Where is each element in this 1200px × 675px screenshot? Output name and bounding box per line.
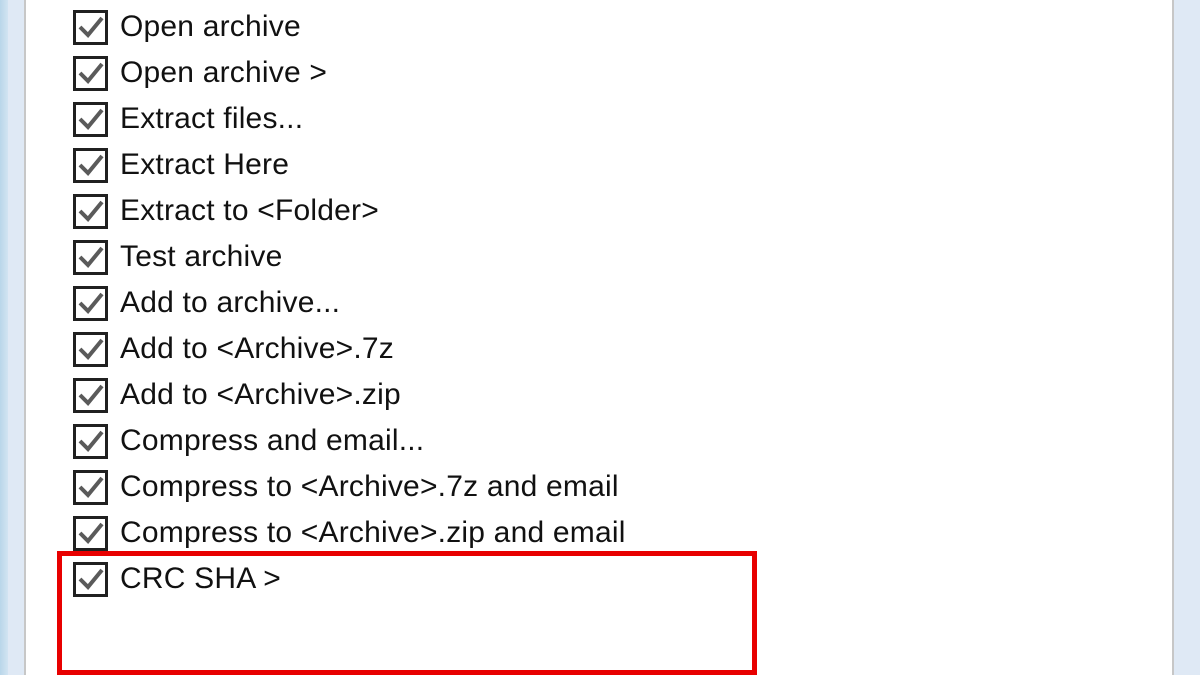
list-item: Compress to <Archive>.zip and email <box>73 510 1172 556</box>
list-item: Open archive > <box>73 50 1172 96</box>
checkbox-add-to-archive-7z[interactable] <box>73 332 108 367</box>
item-label: Open archive <box>120 10 301 44</box>
list-item: Compress to <Archive>.7z and email <box>73 464 1172 510</box>
checkbox-crc-sha[interactable] <box>73 562 108 597</box>
checkbox-add-to-archive[interactable] <box>73 286 108 321</box>
item-label: Add to <Archive>.zip <box>120 378 401 412</box>
item-label: Compress to <Archive>.7z and email <box>120 470 619 504</box>
window-border-accent <box>0 0 8 675</box>
check-icon <box>77 335 105 363</box>
item-label: Extract Here <box>120 148 289 182</box>
item-label: Compress to <Archive>.zip and email <box>120 516 626 550</box>
check-icon <box>77 13 105 41</box>
list-item: Add to <Archive>.7z <box>73 326 1172 372</box>
item-label: Compress and email... <box>120 424 424 458</box>
window-chrome: Open archive Open archive > Extract file… <box>0 0 1200 675</box>
checkbox-extract-files[interactable] <box>73 102 108 137</box>
checkbox-compress-7z-and-email[interactable] <box>73 470 108 505</box>
checkbox-open-archive-submenu[interactable] <box>73 56 108 91</box>
check-icon <box>77 381 105 409</box>
item-label: Test archive <box>120 240 282 274</box>
checkbox-add-to-archive-zip[interactable] <box>73 378 108 413</box>
check-icon <box>77 105 105 133</box>
list-item: Open archive <box>73 4 1172 50</box>
checkbox-compress-and-email[interactable] <box>73 424 108 459</box>
checkbox-extract-to-folder[interactable] <box>73 194 108 229</box>
item-label: Add to <Archive>.7z <box>120 332 394 366</box>
check-icon <box>77 473 105 501</box>
item-label: Extract files... <box>120 102 303 136</box>
check-icon <box>77 243 105 271</box>
item-label: CRC SHA > <box>120 562 281 596</box>
check-icon <box>77 565 105 593</box>
checkbox-test-archive[interactable] <box>73 240 108 275</box>
list-item: Extract to <Folder> <box>73 188 1172 234</box>
list-item: Add to <Archive>.zip <box>73 372 1172 418</box>
checkbox-open-archive[interactable] <box>73 10 108 45</box>
check-icon <box>77 289 105 317</box>
checkbox-compress-zip-and-email[interactable] <box>73 516 108 551</box>
options-panel: Open archive Open archive > Extract file… <box>24 0 1174 675</box>
item-label: Extract to <Folder> <box>120 194 379 228</box>
list-item: Add to archive... <box>73 280 1172 326</box>
list-item: Test archive <box>73 234 1172 280</box>
context-menu-items-list: Open archive Open archive > Extract file… <box>26 0 1172 675</box>
check-icon <box>77 151 105 179</box>
check-icon <box>77 197 105 225</box>
check-icon <box>77 59 105 87</box>
item-label: Add to archive... <box>120 286 340 320</box>
list-item: CRC SHA > <box>73 556 1172 602</box>
item-label: Open archive > <box>120 56 327 90</box>
check-icon <box>77 519 105 547</box>
list-item: Extract files... <box>73 96 1172 142</box>
list-item: Compress and email... <box>73 418 1172 464</box>
list-item: Extract Here <box>73 142 1172 188</box>
check-icon <box>77 427 105 455</box>
checkbox-extract-here[interactable] <box>73 148 108 183</box>
